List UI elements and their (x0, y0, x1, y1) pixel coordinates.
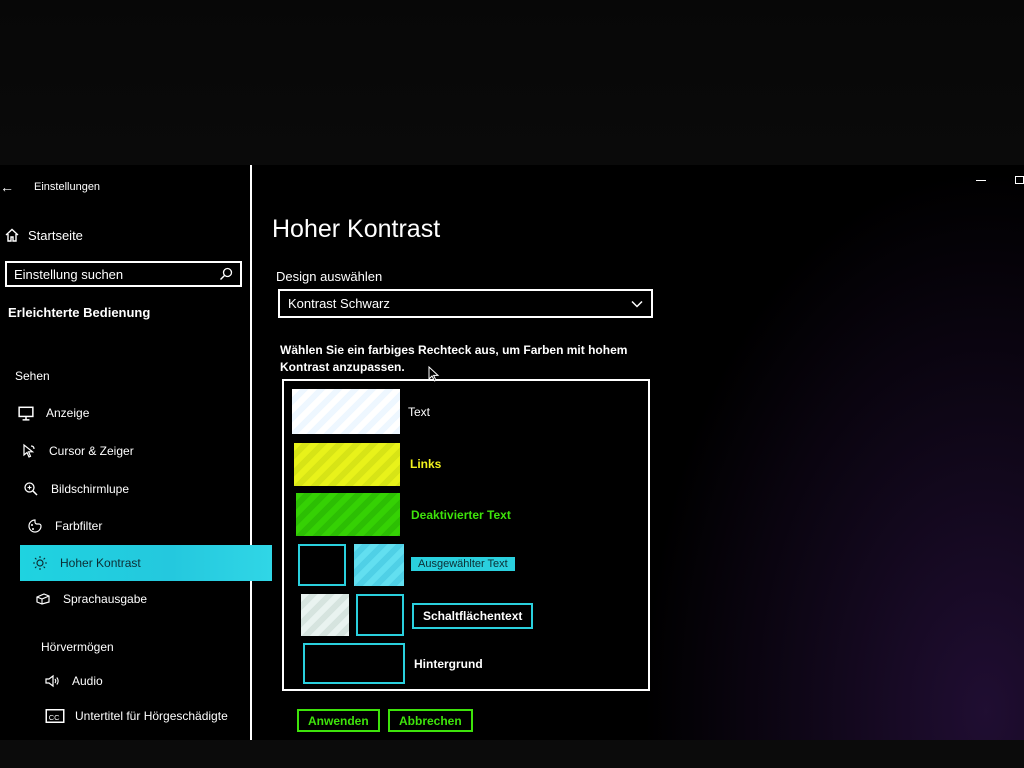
sidebar-item-bildschirmlupe[interactable]: Bildschirmlupe (21, 474, 129, 504)
high-contrast-icon (33, 556, 47, 570)
text-swatch-label: Text (408, 405, 431, 419)
audio-icon (45, 674, 59, 688)
sidebar-item-label: Hoher Kontrast (60, 556, 141, 570)
minimize-button[interactable] (973, 173, 989, 187)
sidebar-item-sprachausgabe[interactable]: Sprachausgabe (33, 584, 147, 614)
button-text-color-swatch[interactable] (301, 594, 349, 636)
sidebar-item-cursor[interactable]: Cursor & Zeiger (19, 436, 134, 466)
theme-dropdown[interactable]: Kontrast Schwarz (278, 289, 653, 318)
svg-text:CC: CC (49, 713, 60, 722)
search-icon[interactable] (219, 267, 233, 281)
cancel-button[interactable]: Abbrechen (388, 709, 473, 732)
button-background-swatch[interactable] (356, 594, 404, 636)
group-label-sehen: Sehen (15, 369, 50, 383)
monitor-bezel-bottom (0, 740, 1024, 768)
group-label-hoervermoegen: Hörvermögen (41, 640, 114, 654)
sidebar-item-label: Anzeige (46, 406, 90, 420)
disabled-text-swatch-label: Deaktivierter Text (411, 508, 511, 522)
mouse-cursor-icon (428, 366, 440, 382)
sidebar: ← Einstellungen Startseite Erleichterte … (0, 165, 272, 740)
main-content: Hoher Kontrast Design auswählen Kontrast… (270, 165, 670, 740)
theme-dropdown-value: Kontrast Schwarz (288, 296, 390, 311)
app-title: Einstellungen (34, 181, 101, 193)
sidebar-item-anzeige[interactable]: Anzeige (16, 398, 89, 428)
selected-text-swatch-label: Ausgewählter Text (411, 557, 515, 571)
back-arrow-icon[interactable]: ← (0, 179, 16, 195)
window-controls (973, 173, 1024, 187)
color-swatch-panel: Text Links Deaktivierter Text Ausgewählt… (282, 379, 650, 691)
magnifier-icon (24, 482, 38, 496)
search-box[interactable] (5, 261, 242, 287)
cursor-pointer-icon (23, 443, 35, 458)
maximize-button[interactable] (1015, 176, 1024, 184)
sidebar-item-label: Audio (72, 674, 103, 688)
disabled-text-color-swatch[interactable] (296, 493, 400, 536)
sidebar-item-label: Cursor & Zeiger (49, 444, 134, 458)
selected-text-color-swatch[interactable] (354, 544, 404, 586)
instructions-text: Wählen Sie ein farbiges Rechteck aus, um… (280, 343, 628, 374)
background-color-swatch[interactable] (303, 643, 405, 684)
theme-label: Design auswählen (276, 269, 383, 284)
sidebar-item-hoher-kontrast[interactable]: Hoher Kontrast (20, 545, 272, 581)
text-color-swatch[interactable] (292, 389, 400, 434)
button-text-swatch-label: Schaltflächentext (412, 603, 534, 629)
sidebar-item-label: Farbfilter (55, 519, 103, 533)
sidebar-item-home[interactable]: Startseite (4, 227, 83, 243)
color-filter-icon (28, 519, 42, 533)
monitor-bezel-top (0, 0, 1024, 165)
narrator-icon (36, 593, 50, 605)
sidebar-item-label: Untertitel für Hörgeschädigte (75, 709, 228, 723)
home-label: Startseite (28, 227, 83, 243)
home-icon (5, 228, 19, 242)
closed-captions-icon: CC (45, 709, 65, 723)
settings-window: ← Einstellungen Startseite Erleichterte … (0, 165, 1024, 740)
sidebar-item-farbfilter[interactable]: Farbfilter (25, 511, 102, 541)
chevron-down-icon (631, 300, 643, 308)
section-title: Erleichterte Bedienung (8, 305, 151, 320)
apply-button[interactable]: Anwenden (297, 709, 380, 732)
links-swatch-label: Links (410, 457, 442, 471)
selected-text-background-swatch[interactable] (298, 544, 346, 586)
sidebar-item-audio[interactable]: Audio (42, 666, 103, 696)
background-swatch-label: Hintergrund (414, 657, 483, 671)
page-title: Hoher Kontrast (272, 215, 441, 243)
sidebar-item-untertitel[interactable]: CC Untertitel für Hörgeschädigte (45, 701, 228, 731)
display-icon (18, 406, 34, 421)
sidebar-item-label: Sprachausgabe (63, 592, 148, 606)
title-bar: ← Einstellungen (0, 179, 100, 195)
sidebar-item-label: Bildschirmlupe (51, 482, 130, 496)
links-color-swatch[interactable] (294, 443, 400, 486)
search-input[interactable] (14, 266, 219, 282)
